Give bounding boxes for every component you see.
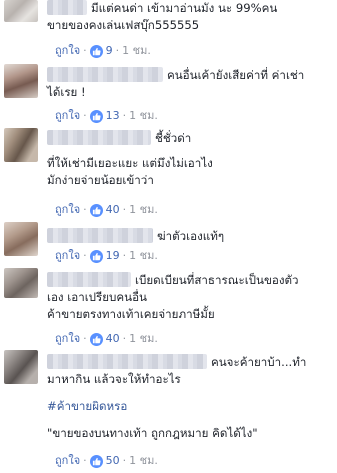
comment-meta: ถูกใจ · 19 · 1 ชม.	[55, 248, 158, 264]
like-count[interactable]: 50	[106, 453, 120, 469]
like-count[interactable]: 19	[106, 248, 120, 264]
comment-text-line2: ได้เรย !	[47, 85, 86, 99]
commenter-name-blurred[interactable]	[47, 130, 151, 145]
comment-meta: ถูกใจ · 40 · 1 ชม.	[55, 331, 158, 347]
comment-text: มีแต่คนด่า เข้ามาอ่านมัง นะ 99%คน	[47, 0, 331, 17]
comment-timestamp[interactable]: 1 ชม.	[129, 108, 158, 124]
like-count[interactable]: 9	[106, 43, 113, 59]
commenter-avatar[interactable]	[4, 350, 38, 384]
like-reaction-icon[interactable]	[89, 249, 103, 263]
comment-meta: ถูกใจ · 13 · 1 ชม.	[55, 108, 158, 124]
like-link[interactable]: ถูกใจ	[55, 43, 80, 59]
like-count[interactable]: 13	[106, 108, 120, 124]
like-link[interactable]: ถูกใจ	[55, 108, 80, 124]
comment-timestamp[interactable]: 1 ชม.	[129, 453, 158, 469]
like-reaction-icon[interactable]	[89, 203, 103, 217]
like-reaction-icon[interactable]	[89, 332, 103, 346]
commenter-name-blurred[interactable]	[47, 0, 87, 15]
comment-text-line2: ที่ให้เช่ามีเยอะแยะ แต่มึงไม่เอาไง	[47, 156, 213, 170]
comment-text-line2: เอง เอาเปรียบคนอื่น	[47, 290, 147, 304]
commenter-avatar[interactable]	[4, 0, 38, 22]
commenter-avatar[interactable]	[4, 268, 38, 298]
comment-meta: ถูกใจ · 9 · 1 ชม.	[55, 43, 151, 59]
like-count[interactable]: 40	[106, 331, 120, 347]
comment-text-line2: มาหากิน แล้วจะให้ทำอะไร	[47, 372, 181, 386]
like-reaction-icon[interactable]	[89, 109, 103, 123]
comment-text: คนจะค้ายาบ้า...ทำ	[47, 354, 331, 371]
comment-timestamp[interactable]: 1 ชม.	[129, 248, 158, 264]
like-count[interactable]: 40	[106, 202, 120, 218]
comment-text: ฆ่าตัวเองแท้ๆ	[47, 228, 331, 245]
like-reaction-icon[interactable]	[89, 454, 103, 468]
comment-text-line2: ขายของคงเล่นเฟสบุ๊ก555555	[47, 18, 200, 32]
comment-timestamp[interactable]: 1 ชม.	[129, 202, 158, 218]
commenter-name-blurred[interactable]	[47, 67, 163, 82]
commenter-name-blurred[interactable]	[47, 228, 153, 243]
comment-text-line3: มักง่ายจ่ายน้อยเข้าว่า	[47, 173, 154, 187]
like-link[interactable]: ถูกใจ	[55, 248, 80, 264]
comment-meta: ถูกใจ · 40 · 1 ชม.	[55, 202, 158, 218]
hashtag-link[interactable]: #ค้าขายผิดหรอ	[47, 398, 331, 415]
like-link[interactable]: ถูกใจ	[55, 331, 80, 347]
commenter-name-blurred[interactable]	[47, 272, 131, 287]
commenter-avatar[interactable]	[4, 222, 38, 256]
like-link[interactable]: ถูกใจ	[55, 453, 80, 469]
comment-text: คนอื่นเค้ายังเสียค่าที่ ค่าเช่า	[47, 67, 331, 84]
commenter-avatar[interactable]	[4, 128, 38, 162]
comment-meta: ถูกใจ · 50 · 1 ชม.	[55, 453, 158, 469]
commenter-avatar[interactable]	[4, 64, 38, 98]
comment-text-line3: "ขายของบนทางเท้า ถูกกฎหมาย คิดได้ไง"	[47, 426, 258, 440]
comment-text: เบียดเบียนที่สาธารณะเป็นของตัว	[47, 272, 331, 289]
comment-text: ชี้ชั่วด่า	[47, 130, 331, 147]
like-link[interactable]: ถูกใจ	[55, 202, 80, 218]
commenter-name-blurred[interactable]	[47, 354, 207, 369]
like-reaction-icon[interactable]	[89, 44, 103, 58]
comment-timestamp[interactable]: 1 ชม.	[122, 43, 151, 59]
comment-timestamp[interactable]: 1 ชม.	[129, 331, 158, 347]
comment-text-line3: ค้าขายตรงทางเท้าเคยจ่ายภาษีมั้ย	[47, 307, 215, 321]
